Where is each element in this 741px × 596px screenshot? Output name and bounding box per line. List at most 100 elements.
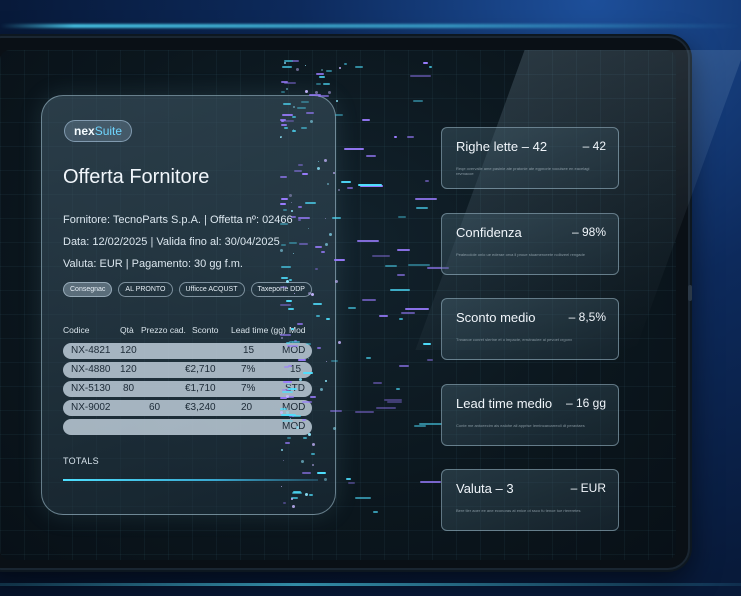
particle-dot	[291, 210, 293, 212]
particle-streak	[362, 119, 370, 121]
table-row[interactable]: NX-5130 80 €1,710 7% STD	[63, 381, 312, 397]
particle-streak	[332, 217, 341, 219]
particle-dot	[308, 358, 309, 359]
stat-card-currency[interactable]: Valuta – 3 – EUR Bere tler aoer ee ane e…	[441, 469, 619, 531]
particle-dot	[326, 361, 327, 362]
stat-card-lines-read[interactable]: Righe lette – 42 – 42 Reqe overvalie ame…	[441, 127, 619, 189]
particle-dot	[308, 228, 309, 229]
cell-code: NX-5130	[71, 383, 111, 394]
stat-value: – 98%	[571, 225, 606, 239]
particle-streak	[385, 265, 397, 267]
particle-streak	[289, 242, 297, 244]
particle-streak	[302, 173, 308, 175]
particle-streak	[316, 315, 320, 317]
particle-streak	[423, 343, 431, 345]
particle-streak	[317, 347, 321, 349]
particle-streak	[281, 124, 287, 126]
tag-office[interactable]: Ufficce ACQUST	[178, 282, 245, 297]
particle-streak	[281, 198, 288, 200]
particle-streak	[309, 494, 313, 496]
document-tags: Consegnac AL PRONTO Ufficce ACQUST Taxep…	[63, 282, 312, 297]
tablet-side-button	[688, 285, 692, 301]
particle-dot	[305, 493, 308, 496]
particle-dot	[281, 449, 283, 451]
particle-streak	[298, 359, 306, 361]
particle-dot	[289, 194, 292, 197]
date-line: Data: 12/02/2025 | Valida fino al: 30/04…	[63, 236, 280, 248]
table-row[interactable]: NX-4821 120 15 MOD	[63, 343, 312, 359]
cell-code: NX-4821	[71, 345, 111, 356]
stat-value: – 16 gg	[565, 396, 606, 410]
particle-dot	[324, 159, 327, 162]
stat-card-lead-time[interactable]: Lead time medio – 16 gg Conte me antoeec…	[441, 384, 619, 446]
particle-dot	[286, 395, 289, 398]
particle-streak	[384, 399, 402, 401]
particle-streak	[407, 136, 414, 138]
particle-streak	[372, 255, 390, 257]
particle-streak	[303, 372, 313, 374]
particle-streak	[281, 414, 293, 416]
particle-streak	[289, 341, 293, 343]
particle-streak	[335, 114, 343, 116]
particle-streak	[283, 120, 294, 122]
particle-dot	[328, 91, 331, 94]
particle-streak	[298, 164, 303, 166]
particle-streak	[429, 66, 432, 68]
particle-streak	[299, 243, 308, 245]
particle-streak	[301, 101, 309, 103]
table-row[interactable]: NX-4880 120 €2,710 7% 15	[63, 362, 312, 378]
particle-dot	[324, 478, 327, 481]
table-row[interactable]: NX-9002 60 €3,240 20 MOD	[63, 400, 312, 416]
col-qty: Qtà	[120, 325, 134, 335]
particle-streak	[291, 216, 296, 218]
particle-streak	[280, 408, 287, 410]
particle-streak	[313, 303, 322, 305]
particle-dot	[329, 233, 332, 236]
supplier-line: Fornitore: TecnoParts S.p.A. | Offetta n…	[63, 214, 293, 226]
particle-streak	[283, 502, 286, 504]
particle-streak	[303, 437, 307, 439]
particle-dot	[327, 183, 329, 185]
particle-streak	[326, 70, 332, 72]
particle-dot	[287, 383, 290, 386]
cell-code: NX-4880	[71, 364, 111, 375]
particle-streak	[287, 437, 291, 439]
tag-delivery[interactable]: Consegnac	[63, 282, 113, 297]
particle-streak	[366, 155, 376, 157]
particle-dot	[338, 189, 340, 191]
particle-streak	[289, 279, 292, 281]
particle-streak	[284, 366, 289, 368]
particle-streak	[344, 63, 347, 65]
particle-dot	[286, 411, 289, 414]
stat-label: Sconto medio	[456, 310, 536, 325]
stat-card-average-discount[interactable]: Sconto medio – 8,5% Tnnanoe conret slert…	[441, 298, 619, 360]
particle-streak	[280, 334, 291, 336]
particle-dot	[325, 243, 328, 246]
particle-streak	[288, 308, 294, 310]
particle-streak	[394, 136, 397, 138]
col-unit-price: Prezzo cad.	[141, 325, 186, 335]
particle-dot	[281, 486, 282, 487]
particle-streak	[315, 268, 318, 270]
particle-streak	[396, 388, 400, 390]
particle-dot	[284, 62, 286, 64]
logo-text-suite: Suite	[94, 124, 123, 138]
particle-streak	[390, 289, 410, 291]
col-lead-time: Lead time (gg)	[231, 325, 286, 335]
particle-streak	[413, 100, 423, 102]
particle-streak	[315, 246, 322, 248]
particle-dot	[301, 460, 304, 463]
particle-streak	[358, 184, 382, 186]
particle-dot	[281, 337, 283, 339]
particle-streak	[292, 492, 302, 494]
particle-streak	[306, 343, 311, 345]
particle-dot	[291, 498, 293, 500]
tag-availability[interactable]: AL PRONTO	[118, 282, 173, 297]
stat-card-confidence[interactable]: Confidenza – 98% Pealecolole onlo ue ede…	[441, 213, 619, 275]
particle-dot	[280, 249, 283, 252]
particle-streak	[357, 240, 379, 242]
particle-streak	[316, 73, 324, 75]
particle-streak	[408, 264, 430, 266]
table-row[interactable]: MOD	[63, 419, 312, 435]
particle-streak	[302, 472, 311, 474]
